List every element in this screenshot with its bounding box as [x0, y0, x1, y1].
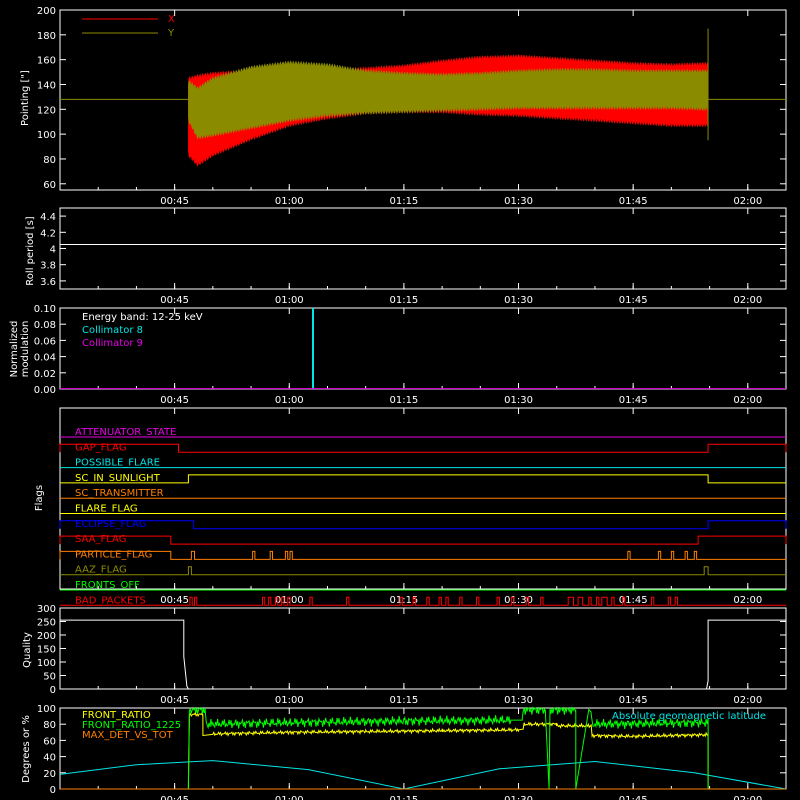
quality-ytick-label: 50	[43, 672, 56, 683]
flag-label-eclipse-flag: ECLIPSE_FLAG	[75, 519, 146, 530]
roll-xtick-label: 01:00	[275, 295, 304, 306]
pointing-ytick-label: 200	[37, 6, 56, 17]
flag-label-possible-flare: POSSIBLE_FLARE	[75, 458, 160, 469]
roll-ytick-label: 4.2	[40, 228, 56, 239]
quality-xtick-label: 01:15	[389, 695, 418, 706]
quality-xtick-label: 02:00	[733, 695, 762, 706]
modulation-xtick-label: 02:00	[733, 395, 762, 406]
roll-xtick-label: 01:30	[504, 295, 533, 306]
legend-max-det-vs-tot: MAX_DET_VS_TOT	[82, 730, 174, 741]
flag-label-saa-flag: SAA_FLAG	[75, 534, 126, 545]
modulation-xtick-label: 00:45	[160, 395, 189, 406]
modulation-xtick-label: 01:30	[504, 395, 533, 406]
ratios-xtick-label: 00:45	[160, 795, 189, 800]
quality-xtick-label: 01:00	[275, 695, 304, 706]
pointing-xtick-label: 00:45	[160, 196, 189, 207]
quality-ytick-label: 300	[37, 604, 56, 615]
pointing-ytick-label: 140	[37, 80, 56, 91]
legend-y-label: Y	[167, 28, 175, 39]
pointing-ytick-label: 160	[37, 56, 56, 67]
flags-xtick-label: 00:45	[160, 595, 189, 606]
modulation-ytick-label: 0.10	[34, 304, 56, 315]
pointing-xtick-label: 01:45	[619, 196, 648, 207]
modulation-ytick-label: 0.04	[34, 353, 56, 364]
ratios-ytick-label: 80	[43, 720, 56, 731]
roll-xtick-label: 02:00	[733, 295, 762, 306]
quality-xtick-label: 01:30	[504, 695, 533, 706]
ratios-xtick-label: 02:00	[733, 795, 762, 800]
modulation-xtick-label: 01:00	[275, 395, 304, 406]
quality-ytick-label: 200	[37, 631, 56, 642]
modulation-xtick-label: 01:45	[619, 395, 648, 406]
ratios-ytick-label: 60	[43, 736, 56, 747]
pointing-ylabel: Pointing ["]	[20, 70, 31, 126]
roll-xtick-label: 01:45	[619, 295, 648, 306]
modulation-ylabel-line2: modulation	[20, 321, 31, 378]
ratios-xtick-label: 01:30	[504, 795, 533, 800]
quality-xtick-label: 00:45	[160, 695, 189, 706]
flags-xtick-label: 01:15	[389, 595, 418, 606]
flag-label-bad-packets: BAD_PACKETS	[75, 595, 146, 606]
roll-ytick-label: 3.6	[40, 277, 56, 288]
flag-label-sc-in-sunlight: SC_IN_SUNLIGHT	[75, 473, 161, 484]
pointing-ytick-label: 120	[37, 105, 56, 116]
flags-ylabel: Flags	[34, 485, 45, 511]
quality-ytick-label: 100	[37, 658, 56, 669]
legend-x-label: X	[168, 14, 175, 25]
quality-ytick-label: 150	[37, 645, 56, 656]
ratios-xtick-label: 01:15	[389, 795, 418, 800]
modulation-ytick-label: 0.00	[34, 385, 56, 396]
roll-ytick-label: 3.8	[40, 261, 56, 272]
pointing-ytick-label: 180	[37, 31, 56, 42]
collimator-8-annotation: Collimator 8	[82, 325, 143, 336]
modulation-ytick-label: 0.08	[34, 320, 56, 331]
pointing-xtick-label: 01:15	[389, 196, 418, 207]
ratios-ytick-label: 0	[50, 785, 56, 796]
flags-xtick-label: 01:45	[619, 595, 648, 606]
summary-figure: Pointing ["] X Y 00:45 01:00 01:15 01:30 01:…	[0, 0, 800, 800]
modulation-ytick-label: 0.02	[34, 369, 56, 380]
quality-xtick-label: 01:45	[619, 695, 648, 706]
ratios-ytick-label: 20	[43, 769, 56, 780]
flag-label-flare-flag: FLARE_FLAG	[75, 504, 138, 515]
ratios-ytick-label: 40	[43, 753, 56, 764]
quality-ytick-label: 0	[50, 685, 56, 696]
ratios-xtick-label: 01:00	[275, 795, 304, 800]
pointing-ytick-label: 100	[37, 130, 56, 141]
flag-label-particle-flag: PARTICLE_FLAG	[75, 549, 152, 560]
modulation-ylabel-line1: Normalized	[9, 321, 20, 378]
ratios-ylabel: Degrees or %	[21, 715, 32, 783]
flag-label-sc-transmitter: SC_TRANSMITTER	[75, 488, 164, 499]
pointing-ytick-label: 60	[43, 180, 56, 191]
pointing-ytick-label: 80	[43, 155, 56, 166]
roll-xtick-label: 01:15	[389, 295, 418, 306]
flags-xtick-label: 01:00	[275, 595, 304, 606]
pointing-xtick-label: 02:00	[733, 196, 762, 207]
flag-label-fronts-off: FRONTS_OFF	[75, 580, 140, 591]
flag-label-aaz-flag: AAZ_FLAG	[75, 565, 127, 576]
quality-ylabel: Quality	[22, 632, 33, 668]
ratios-xtick-label: 01:45	[619, 795, 648, 800]
flag-label-gap-flag: GAP_FLAG	[75, 442, 127, 453]
flag-label-attenuator-state: ATTENUATOR_STATE	[75, 427, 176, 438]
pointing-xtick-label: 01:00	[275, 196, 304, 207]
quality-ytick-label: 250	[37, 618, 56, 629]
pointing-xtick-label: 01:30	[504, 196, 533, 207]
roll-ytick-label: 4.4	[40, 212, 56, 223]
roll-xtick-label: 00:45	[160, 295, 189, 306]
ratios-ytick-label: 100	[37, 704, 56, 715]
energy-band-annotation: Energy band: 12-25 keV	[82, 312, 203, 323]
flags-xtick-label: 02:00	[733, 595, 762, 606]
roll-ytick-label: 4	[50, 245, 56, 256]
geomagnetic-latitude-annotation: Absolute geomagnetic latitude	[612, 711, 766, 722]
modulation-xtick-label: 01:15	[389, 395, 418, 406]
roll-ylabel: Roll period [s]	[25, 216, 36, 285]
modulation-ytick-label: 0.06	[34, 336, 56, 347]
collimator-9-annotation: Collimator 9	[82, 338, 143, 349]
